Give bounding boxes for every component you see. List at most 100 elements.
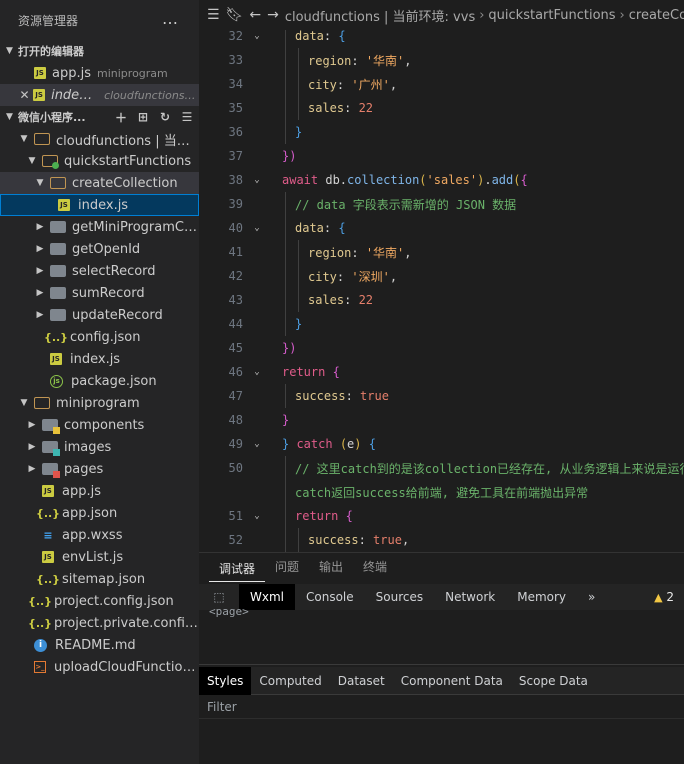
code-line[interactable]: 39 // data 字段表示需新增的 JSON 数据 [199,192,684,216]
devtools-tabbar: ⬚ Wxml Console Sources Network Memory » … [199,584,684,610]
tree-item-sumrecord[interactable]: ▶ sumRecord [0,282,199,304]
tree-item-package-json[interactable]: js package.json [0,370,199,392]
code-line[interactable]: 44} [199,312,684,336]
tree-item-app-wxss[interactable]: ≡ app.wxss [0,524,199,546]
collapse-icon[interactable]: ☰ [179,109,195,125]
components-folder-icon [42,419,60,434]
fold-chevron-icon[interactable]: ⌄ [249,439,265,449]
open-editors-section[interactable]: ▼ 打开的编辑器 [0,40,199,62]
wxml-tree[interactable]: <page> [199,605,684,665]
code-text: // 这里catch到的是该collection已经存在, 从业务逻辑上来说是运… [265,460,684,477]
tree-item-sitemap-json[interactable]: {..} sitemap.json [0,568,199,590]
tree-item-project-private-config[interactable]: {..} project.private.config.js... [0,612,199,634]
code-line[interactable]: 41 region: '华南', [199,240,684,264]
tab-network[interactable]: Network [434,584,506,610]
bookmark-icon[interactable]: 🔖︎ [226,5,244,25]
breadcrumb-item[interactable]: cloudfunctions | 当前环境: vvs [285,6,475,25]
code-line[interactable]: 45}) [199,336,684,360]
code-line[interactable]: 34 city: '广州', [199,72,684,96]
tree-item-getminiprogramcode[interactable]: ▶ getMiniProgramCode [0,216,199,238]
code-line[interactable]: 52 success: true, [199,528,684,552]
tree-item-label: updateRecord [72,307,163,323]
breadcrumb-item[interactable]: quickstartFunctions [488,8,615,23]
styles-filter-input[interactable]: Filter [199,695,684,719]
tab-sources[interactable]: Sources [365,584,434,610]
list-icon[interactable]: ☰ [207,5,220,25]
tab-styles[interactable]: Styles [199,666,252,695]
fold-chevron-icon[interactable]: ⌄ [249,511,265,521]
refresh-icon[interactable]: ↻ [157,109,173,125]
tree-item-pages[interactable]: ▶ pages [0,458,199,480]
code-line[interactable]: 48} [199,408,684,432]
code-line[interactable]: 51 ⌄ return { [199,504,684,528]
code-line[interactable]: 37}) [199,144,684,168]
code-line[interactable]: 35 sales: 22 [199,96,684,120]
code-token: } [282,413,290,427]
tab-console[interactable]: Console [295,584,365,610]
code-token: // 这里catch到的是该collection已经存在, 从业务逻辑上来说是运… [295,461,684,476]
code-area[interactable]: 32 ⌄ data: {33 region: '华南', 34 city: '广州', 35… [199,24,684,552]
breadcrumb-item[interactable]: createCo [629,8,684,23]
more-actions-button[interactable]: … [162,9,179,28]
fold-chevron-icon[interactable]: ⌄ [249,223,265,233]
tree-item-app-json[interactable]: {..} app.json [0,502,199,524]
code-line[interactable]: 40 ⌄ data: { [199,216,684,240]
open-editor-item[interactable]: ✕ JS index.js cloudfunctions\q... [0,84,199,106]
tree-item-readme[interactable]: i README.md [0,634,199,656]
fold-chevron-icon[interactable]: ⌄ [249,31,265,41]
tree-item-createcollection[interactable]: ▼ createCollection [0,172,199,194]
new-folder-icon[interactable]: ⊞ [135,109,151,125]
tree-item-components[interactable]: ▶ components [0,414,199,436]
tree-item-project-config-json[interactable]: {..} project.config.json [0,590,199,612]
code-line[interactable]: catch返回success给前端, 避免工具在前端抛出异常 [199,480,684,504]
code-token: '广州' [351,77,390,92]
tree-item-index-js[interactable]: JS index.js [0,348,199,370]
tree-item-config-json[interactable]: {..} config.json [0,326,199,348]
forward-arrow-icon[interactable]: → [267,5,279,25]
tree-item-label: selectRecord [72,263,156,279]
tab-computed[interactable]: Computed [251,667,329,695]
tree-item-quickstartfunctions[interactable]: ▼ quickstartFunctions [0,150,199,172]
tree-item-selectrecord[interactable]: ▶ selectRecord [0,260,199,282]
code-line[interactable]: 47 success: true [199,384,684,408]
code-line[interactable]: 38 ⌄ await db.collection('sales').add({ [199,168,684,192]
tree-item-uploadcloudfunction[interactable]: >_ uploadCloudFunction.... [0,656,199,678]
more-tabs-button[interactable]: » [577,584,606,610]
tab-memory[interactable]: Memory [506,584,577,610]
project-section[interactable]: ▼ 微信小程序... ＋ ⊞ ↻ ☰ [0,106,199,128]
tab-scope-data[interactable]: Scope Data [511,667,596,695]
code-line[interactable]: 46 ⌄ return { [199,360,684,384]
code-line[interactable]: 33 region: '华南', [199,48,684,72]
fold-chevron-icon[interactable]: ⌄ [249,175,265,185]
code-editor[interactable]: 32 ⌄ data: {33 region: '华南', 34 city: '广州', 35… [199,0,684,552]
indent-guide [298,240,299,264]
fold-chevron-icon[interactable]: ⌄ [249,367,265,377]
tab-debugger[interactable]: 调试器 [209,554,266,582]
tree-item-cloudfunctions[interactable]: ▼ cloudfunctions | 当前... [0,128,199,150]
indent-guide [285,312,286,336]
tab-problems[interactable]: 问题 [265,552,309,582]
code-token: sales [308,101,345,115]
tree-item-getopenid[interactable]: ▶ getOpenId [0,238,199,260]
tree-item-index-js[interactable]: JS index.js [0,194,199,216]
tree-item-miniprogram[interactable]: ▼ miniprogram [0,392,199,414]
tab-terminal[interactable]: 终端 [353,552,397,582]
tree-item-envlist-js[interactable]: JS envList.js [0,546,199,568]
tree-item-updaterecord[interactable]: ▶ updateRecord [0,304,199,326]
dom-node[interactable]: <page> [209,605,249,618]
close-icon[interactable]: ✕ [18,88,31,102]
tree-item-app-js[interactable]: JS app.js [0,480,199,502]
code-line[interactable]: 36} [199,120,684,144]
back-arrow-icon[interactable]: ← [249,5,261,25]
warning-count[interactable]: ▲ 2 [654,590,684,604]
code-line[interactable]: 50 // 这里catch到的是该collection已经存在, 从业务逻辑上来说… [199,456,684,480]
code-line[interactable]: 49 ⌄} catch (e) { [199,432,684,456]
tree-item-images[interactable]: ▶ images [0,436,199,458]
tab-output[interactable]: 输出 [309,552,353,582]
code-line[interactable]: 43 sales: 22 [199,288,684,312]
open-editor-item[interactable]: JS app.js miniprogram [0,62,199,84]
new-file-icon[interactable]: ＋ [113,109,129,125]
tab-dataset[interactable]: Dataset [330,667,393,695]
code-line[interactable]: 42 city: '深圳', [199,264,684,288]
tab-component-data[interactable]: Component Data [393,667,511,695]
